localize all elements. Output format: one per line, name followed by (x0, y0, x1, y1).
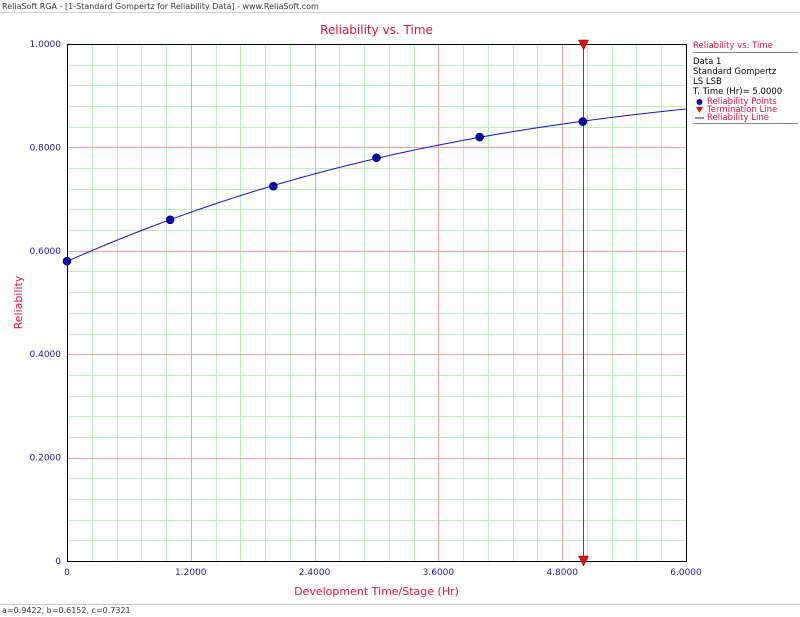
x-tick-label: 2.4000 (299, 568, 331, 578)
y-tick-label: 0.6000 (30, 247, 62, 257)
legend-entries: Reliability Points Termination Line Reli… (693, 98, 798, 124)
y-tick-label: 0.4000 (30, 350, 62, 360)
reliability-point (62, 256, 72, 266)
x-tick-label: 0 (64, 568, 70, 578)
legend-info-termination-time: T. Time (Hr)= 5.0000 (693, 87, 783, 97)
y-tick-label: 0 (55, 557, 61, 567)
x-axis-label: Development Time/Stage (Hr) (294, 585, 459, 598)
status-bar: a=0.9422, b=0.6152, c=0.7321 (0, 604, 800, 617)
legend-entry-reliability-line: Reliability Line (693, 114, 798, 122)
x-tick-label: 6.0000 (670, 568, 702, 578)
line-icon (695, 117, 704, 119)
model-parameters: a=0.9422, b=0.6152, c=0.7321 (2, 606, 131, 615)
chart-title: Reliability vs. Time (320, 23, 433, 37)
plot-area (67, 44, 686, 561)
circle-icon (696, 99, 703, 105)
reliability-chart: 0 1.2000 2.4000 3.6000 4.8000 6.0000 0 0.2000 0.… (12, 23, 702, 598)
y-tick-label: 0.2000 (30, 454, 62, 464)
x-tick-label: 3.6000 (423, 568, 455, 578)
x-tick-label: 4.8000 (546, 568, 578, 578)
reliability-point (578, 117, 588, 126)
reliability-point (165, 215, 175, 225)
y-tick-label: 0.8000 (30, 143, 62, 153)
window-title-bar: ReliaSoft RGA - [1-Standard Gompertz for… (0, 0, 800, 13)
legend: Reliability vs. Time Data 1 Standard Gom… (693, 41, 798, 124)
x-tick-label: 1.2000 (175, 568, 207, 578)
reliability-point (269, 181, 278, 191)
legend-title: Reliability vs. Time (693, 41, 798, 53)
y-tick-label: 1.0000 (30, 40, 62, 50)
window-title: ReliaSoft RGA - [1-Standard Gompertz for… (2, 2, 319, 11)
legend-info-method: LS LSB (693, 77, 722, 87)
y-axis-label: Reliability (12, 275, 25, 329)
triangle-down-icon (696, 107, 703, 113)
reliability-point (475, 132, 484, 142)
reliability-point (372, 153, 381, 163)
legend-info-model: Standard Gompertz (693, 67, 777, 77)
legend-entry-label: Reliability Line (707, 113, 769, 123)
legend-info-data-name: Data 1 (693, 57, 722, 67)
